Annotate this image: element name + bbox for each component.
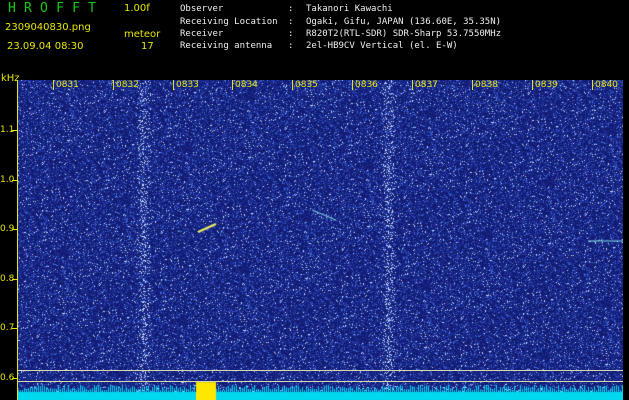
y-tick [12, 328, 17, 329]
y-tick [12, 229, 17, 230]
time-tick-label: 0839 [535, 80, 558, 90]
time-tick-label: 0838 [475, 80, 498, 90]
time-tick-label: 0835 [295, 80, 318, 90]
y-tick [12, 180, 17, 181]
time-tick-label: 0831 [56, 80, 79, 90]
y-tick [12, 279, 17, 280]
time-tick [592, 80, 593, 90]
y-tick [12, 378, 17, 379]
info-value: Takanori Kawachi [306, 4, 393, 14]
hrofft-screen: HROFFT 1.00f 2309040830.png 23.09.04 08:… [0, 0, 629, 400]
version-label: 1.00f [124, 3, 150, 14]
time-tick-label: 0840 [595, 80, 618, 90]
info-key: Receiving antenna [180, 41, 273, 51]
info-value: Ogaki, Gifu, JAPAN (136.60E, 35.35N) [306, 17, 502, 27]
time-tick [173, 80, 174, 90]
time-tick [292, 80, 293, 90]
time-tick-label: 0836 [355, 80, 378, 90]
file-name: 2309040830.png [5, 22, 91, 33]
meteor-label: meteor [124, 29, 161, 40]
time-tick-label: 0832 [116, 80, 139, 90]
time-tick [412, 80, 413, 90]
reference-line [18, 381, 623, 382]
time-tick [472, 80, 473, 90]
info-value: R820T2(RTL-SDR) SDR-Sharp 53.7550MHz [306, 29, 502, 39]
time-tick [232, 80, 233, 90]
info-row-antenna: Receiving antenna:2el-HB9CV Vertical (el… [180, 41, 458, 51]
meteor-count: 17 [141, 41, 154, 52]
time-tick [532, 80, 533, 90]
info-key: Observer [180, 4, 224, 14]
info-value: 2el-HB9CV Vertical (el. E-W) [306, 41, 458, 51]
waterfall-spectrogram [18, 80, 623, 400]
y-axis-line [17, 80, 18, 400]
reference-line [18, 370, 623, 371]
time-tick-label: 0837 [415, 80, 438, 90]
time-tick [53, 80, 54, 90]
time-tick [352, 80, 353, 90]
time-tick [113, 80, 114, 90]
info-row-observer: Observer: Takanori Kawachi [180, 4, 393, 14]
app-logo: HROFFT [8, 1, 105, 16]
y-tick [12, 130, 17, 131]
time-tick-label: 0833 [176, 80, 199, 90]
time-tick-label: 0834 [235, 80, 258, 90]
capture-datetime: 23.09.04 08:30 [7, 41, 84, 52]
